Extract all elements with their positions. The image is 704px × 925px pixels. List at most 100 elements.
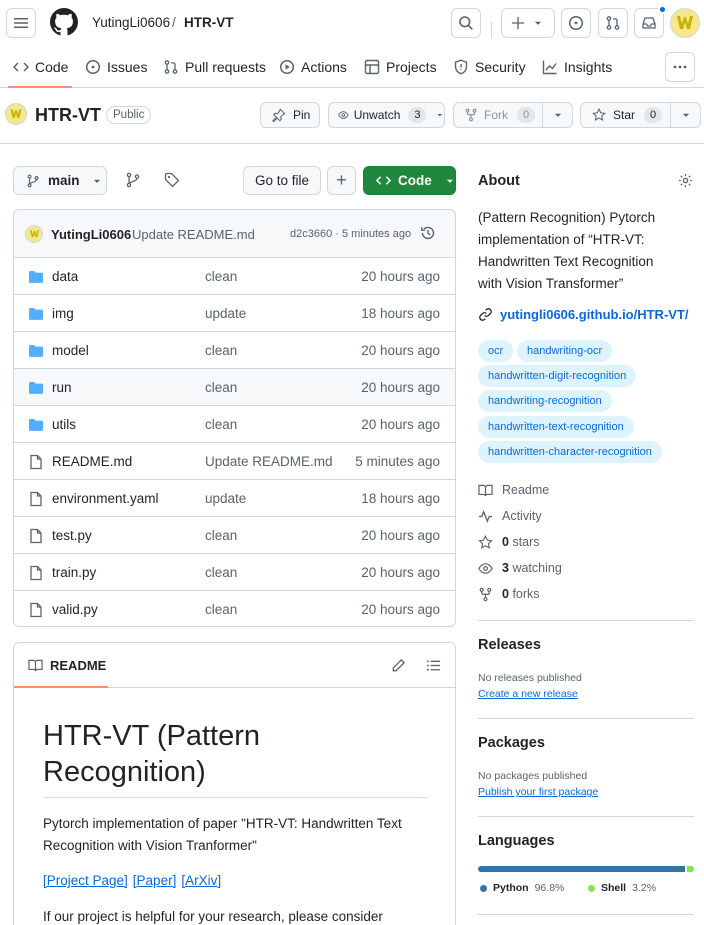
chevron-down-icon xyxy=(682,113,689,117)
activity-link[interactable]: Activity xyxy=(478,507,542,525)
file-name[interactable]: test.py xyxy=(52,528,92,543)
topic-tag[interactable]: handwritten-character-recognition xyxy=(478,441,662,463)
file-row[interactable]: valid.py clean 20 hours ago xyxy=(14,591,455,626)
topic-tag[interactable]: handwritten-text-recognition xyxy=(478,416,634,438)
file-name[interactable]: train.py xyxy=(52,565,96,580)
file-row[interactable]: model clean 20 hours ago xyxy=(14,332,455,369)
edit-readme-button[interactable] xyxy=(391,658,406,673)
tab-security[interactable]: Security xyxy=(453,46,526,88)
readme-link[interactable]: Readme xyxy=(478,481,549,499)
file-commit-message[interactable]: update xyxy=(205,491,246,506)
topic-tag[interactable]: handwritten-digit-recognition xyxy=(478,365,637,387)
file-name[interactable]: img xyxy=(52,306,74,321)
star-button[interactable]: Star 0 xyxy=(580,102,671,128)
breadcrumb-owner[interactable]: YutingLi0606 xyxy=(92,15,170,30)
language-python[interactable]: Python 96.8% xyxy=(480,882,564,894)
commit-message[interactable]: Update README.md xyxy=(132,227,255,242)
tab-projects[interactable]: Projects xyxy=(364,46,437,88)
tab-code[interactable]: Code xyxy=(13,46,68,88)
arxiv-link[interactable]: [ArXiv] xyxy=(181,873,221,888)
file-name[interactable]: data xyxy=(52,269,78,284)
file-row[interactable]: utils clean 20 hours ago xyxy=(14,406,455,443)
file-row[interactable]: environment.yaml update 18 hours ago xyxy=(14,480,455,517)
file-row[interactable]: img update 18 hours ago xyxy=(14,295,455,332)
user-avatar[interactable] xyxy=(670,8,700,38)
star-dropdown-button[interactable] xyxy=(670,102,701,128)
file-icon xyxy=(28,602,44,618)
file-name[interactable]: environment.yaml xyxy=(52,491,159,506)
file-name[interactable]: run xyxy=(52,380,72,395)
breadcrumb-repo[interactable]: HTR-VT xyxy=(184,15,234,30)
edit-about-button[interactable] xyxy=(678,173,693,188)
add-file-button[interactable]: + xyxy=(327,166,356,195)
file-commit-message[interactable]: clean xyxy=(205,269,237,284)
topic-tag[interactable]: handwriting-recognition xyxy=(478,390,612,412)
file-commit-message[interactable]: Update README.md xyxy=(205,454,333,469)
topic-tag[interactable]: ocr xyxy=(478,340,514,362)
file-name[interactable]: valid.py xyxy=(52,602,98,617)
language-name: Python xyxy=(493,882,529,894)
file-name[interactable]: README.md xyxy=(52,454,132,469)
file-row[interactable]: train.py clean 20 hours ago xyxy=(14,554,455,591)
publish-package-link[interactable]: Publish your first package xyxy=(478,786,598,798)
branch-selector[interactable]: main xyxy=(13,166,107,195)
file-date: 20 hours ago xyxy=(361,417,440,432)
file-commit-message[interactable]: clean xyxy=(205,565,237,580)
releases-heading[interactable]: Releases xyxy=(478,637,541,653)
commit-author[interactable]: YutingLi0606 xyxy=(51,227,131,242)
more-nav-button[interactable] xyxy=(665,52,695,82)
file-icon xyxy=(30,454,42,470)
file-name[interactable]: model xyxy=(52,343,89,358)
search-button[interactable] xyxy=(451,8,481,38)
create-new-button[interactable] xyxy=(501,8,555,38)
file-row[interactable]: data clean 20 hours ago xyxy=(14,258,455,295)
pull-requests-button[interactable] xyxy=(598,8,628,38)
repo-name[interactable]: HTR-VT xyxy=(35,105,101,126)
pin-button[interactable]: Pin xyxy=(260,102,320,128)
go-to-file-button[interactable]: Go to file xyxy=(243,166,321,195)
commit-meta[interactable]: d2c3660 · 5 minutes ago xyxy=(290,228,411,240)
menu-button[interactable] xyxy=(6,8,36,38)
code-button[interactable]: Code xyxy=(363,166,456,195)
kebab-horizontal-icon xyxy=(673,65,687,69)
tags-link[interactable] xyxy=(164,172,180,188)
stars-link[interactable]: 0 stars xyxy=(478,533,540,551)
outline-button[interactable] xyxy=(426,658,441,673)
file-commit-message[interactable]: clean xyxy=(205,380,237,395)
tab-pull-requests[interactable]: Pull requests xyxy=(163,46,266,88)
create-release-link[interactable]: Create a new release xyxy=(478,688,578,700)
fork-dropdown-button[interactable] xyxy=(542,102,573,128)
issues-button[interactable] xyxy=(561,8,591,38)
paper-link[interactable]: [Paper] xyxy=(133,873,177,888)
branches-link[interactable] xyxy=(125,172,141,188)
unwatch-button[interactable]: Unwatch 3 xyxy=(328,102,445,128)
file-icon xyxy=(30,491,42,507)
file-name[interactable]: utils xyxy=(52,417,76,432)
file-row[interactable]: README.md Update README.md 5 minutes ago xyxy=(14,443,455,480)
tab-issues[interactable]: Issues xyxy=(85,46,147,88)
file-commit-message[interactable]: update xyxy=(205,306,246,321)
watching-link[interactable]: 3 watching xyxy=(478,559,562,577)
tab-actions[interactable]: Actions xyxy=(279,46,347,88)
commit-history-button[interactable] xyxy=(420,225,436,241)
readme-tab[interactable]: README xyxy=(28,658,106,673)
file-row[interactable]: run clean 20 hours ago xyxy=(14,369,455,406)
inbox-button[interactable] xyxy=(634,5,667,38)
website-link[interactable]: yutingli0606.github.io/HTR-VT/ xyxy=(478,307,689,322)
file-row[interactable]: test.py clean 20 hours ago xyxy=(14,517,455,554)
file-commit-message[interactable]: clean xyxy=(205,602,237,617)
file-commit-message[interactable]: clean xyxy=(205,343,237,358)
file-commit-message[interactable]: clean xyxy=(205,417,237,432)
file-commit-message[interactable]: clean xyxy=(205,528,237,543)
shield-icon xyxy=(454,59,468,75)
sidebar-divider xyxy=(478,914,694,915)
language-shell[interactable]: Shell 3.2% xyxy=(588,882,656,894)
packages-heading[interactable]: Packages xyxy=(478,735,545,751)
repo-title-bar: HTR-VT Public Pin Unwatch 3 Fork 0 Star … xyxy=(0,88,704,144)
topic-tag[interactable]: handwriting-ocr xyxy=(517,340,613,362)
github-logo-icon[interactable] xyxy=(50,8,78,36)
forks-link[interactable]: 0 forks xyxy=(478,585,540,603)
project-page-link[interactable]: [Project Page] xyxy=(43,873,128,888)
fork-button[interactable]: Fork 0 xyxy=(453,102,543,128)
tab-insights[interactable]: Insights xyxy=(542,46,612,88)
